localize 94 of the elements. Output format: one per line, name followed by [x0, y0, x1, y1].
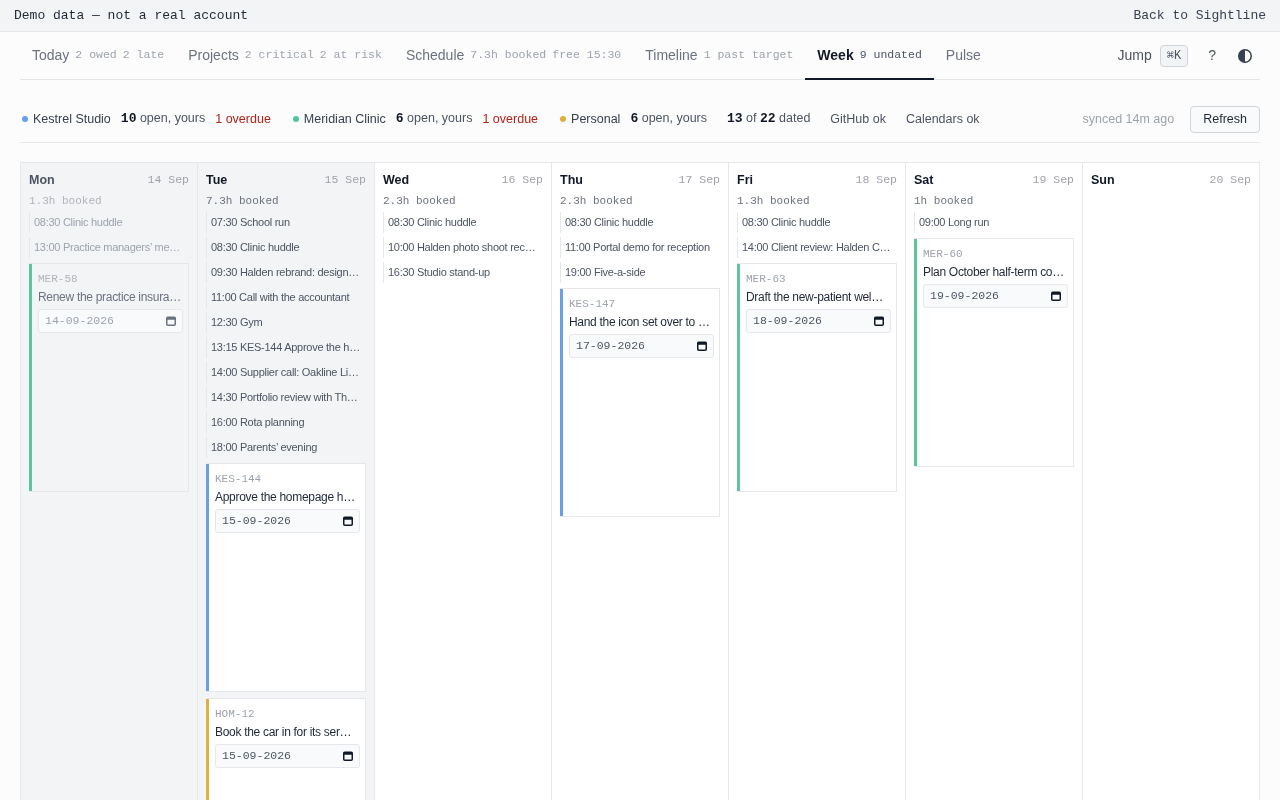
- date-field[interactable]: 15-09-2026: [215, 509, 360, 533]
- task-title: Hand the icon set over to …: [569, 314, 711, 330]
- task-id: HOM-12: [215, 707, 256, 721]
- calendar-icon: [343, 751, 353, 761]
- task-card[interactable]: KES-144 Approve the homepage h… 15-09-2026: [206, 463, 366, 692]
- event-item[interactable]: 08:30 Clinic huddle: [560, 212, 720, 233]
- event-item[interactable]: 09:00 Long run: [914, 212, 1074, 233]
- day-name: Wed: [383, 172, 410, 188]
- tab[interactable]: Week 9 undated: [805, 32, 934, 80]
- task-title: Renew the practice insura…: [38, 289, 182, 305]
- tab[interactable]: Timeline 1 past target: [633, 32, 806, 80]
- event-item[interactable]: 09:30 Halden rebrand: design…: [206, 262, 366, 283]
- day-name: Mon: [29, 172, 55, 188]
- event-item[interactable]: 14:00 Client review: Halden C…: [737, 237, 897, 258]
- event-item[interactable]: 19:00 Five-a-side: [560, 262, 720, 283]
- event-item[interactable]: 08:30 Clinic huddle: [383, 212, 543, 233]
- event-item[interactable]: 08:30 Clinic huddle: [737, 212, 897, 233]
- sync-status: synced 14m ago: [1082, 110, 1175, 128]
- workspace-name: Kestrel Studio: [33, 110, 111, 128]
- day-date: 15 Sep: [324, 172, 366, 188]
- calendar-icon: [1051, 291, 1061, 301]
- booked-hours: 1.3h booked: [29, 194, 103, 209]
- task-title: Approve the homepage h…: [215, 489, 356, 505]
- event-item[interactable]: 16:30 Studio stand-up: [383, 262, 543, 283]
- day-name: Sun: [1091, 172, 1115, 188]
- event-item[interactable]: 14:30 Portfolio review with Th…: [206, 387, 366, 408]
- task-title: Book the car in for its ser…: [215, 724, 353, 740]
- jump-button[interactable]: Jump: [1117, 45, 1152, 66]
- booked-hours: 1.3h booked: [737, 194, 811, 209]
- open-count: 10 open, yours: [120, 110, 206, 129]
- day-date: 14 Sep: [147, 172, 189, 188]
- back-link[interactable]: Back to Sightline: [1133, 5, 1266, 26]
- task-card[interactable]: MER-60 Plan October half-term co… 19-09-2026: [914, 238, 1074, 467]
- calendar-icon: [874, 316, 884, 326]
- day-date: 18 Sep: [855, 172, 897, 188]
- help-button[interactable]: ?: [1204, 45, 1220, 66]
- shortcut-key: ⌘K: [1159, 44, 1189, 67]
- open-count: 6 open, yours: [630, 110, 707, 129]
- demo-notice: Demo data — not a real account: [14, 6, 249, 25]
- day-name: Thu: [560, 172, 583, 188]
- task-id: MER-58: [38, 272, 79, 286]
- booked-hours: 2.3h booked: [560, 194, 634, 209]
- event-item[interactable]: 10:00 Halden photo shoot rec…: [383, 237, 543, 258]
- event-item[interactable]: 12:30 Gym: [206, 312, 366, 333]
- day-date: 20 Sep: [1209, 172, 1251, 188]
- task-id: KES-144: [215, 472, 263, 486]
- tab[interactable]: Today 2 owed 2 late: [20, 32, 177, 80]
- event-item[interactable]: 08:30 Clinic huddle: [206, 237, 366, 258]
- calendar-icon: [343, 516, 353, 526]
- event-item[interactable]: 14:00 Supplier call: Oakline Li…: [206, 362, 366, 383]
- date-field[interactable]: 18-09-2026: [746, 309, 891, 333]
- calendar-icon: [166, 316, 176, 326]
- task-card[interactable]: MER-58 Renew the practice insura… 14-09-2026: [29, 263, 189, 492]
- open-count: 6 open, yours: [395, 110, 473, 129]
- date-field[interactable]: 17-09-2026: [569, 334, 714, 358]
- event-item[interactable]: 11:00 Call with the accountant: [206, 287, 366, 308]
- event-item[interactable]: 13:15 KES-144 Approve the h…: [206, 337, 366, 358]
- workspace-name: Personal: [571, 110, 621, 128]
- task-title: Draft the new-patient wel…: [746, 289, 884, 305]
- date-field[interactable]: 19-09-2026: [923, 284, 1068, 308]
- booked-hours: 7.3h booked: [206, 194, 280, 209]
- dated-count: 13 of 22 dated: [727, 110, 811, 129]
- day-name: Tue: [206, 172, 228, 188]
- day-name: Sat: [914, 172, 934, 188]
- task-id: MER-63: [746, 272, 787, 286]
- task-card[interactable]: HOM-12 Book the car in for its ser… 15-09-2026: [206, 698, 366, 800]
- tab[interactable]: Pulse: [933, 32, 993, 80]
- day-date: 19 Sep: [1032, 172, 1074, 188]
- integration-status: Calendars ok: [905, 110, 980, 128]
- date-field[interactable]: 15-09-2026: [215, 744, 360, 768]
- day-date: 16 Sep: [501, 172, 543, 188]
- day-date: 17 Sep: [678, 172, 720, 188]
- contrast-icon: [1238, 48, 1252, 63]
- tab[interactable]: Schedule 7.3h booked free 15:30: [393, 32, 634, 80]
- event-item[interactable]: 07:30 School run: [206, 212, 366, 233]
- task-card[interactable]: KES-147 Hand the icon set over to … 17-09-2026: [560, 288, 720, 517]
- integration-status: GitHub ok: [830, 110, 886, 128]
- task-card[interactable]: MER-63 Draft the new-patient wel… 18-09-2026: [737, 263, 897, 492]
- event-item[interactable]: 11:00 Portal demo for reception: [560, 237, 720, 258]
- day-name: Fri: [737, 172, 753, 188]
- refresh-button[interactable]: Refresh: [1190, 105, 1260, 133]
- workspace-name: Meridian Clinic: [303, 110, 386, 128]
- calendar-icon: [697, 341, 707, 351]
- tab[interactable]: Projects 2 critical 2 at risk: [176, 32, 394, 80]
- task-title: Plan October half-term co…: [923, 264, 1065, 280]
- event-item[interactable]: 16:00 Rota planning: [206, 412, 366, 433]
- task-id: KES-147: [569, 297, 617, 311]
- theme-button[interactable]: [1238, 48, 1252, 63]
- booked-hours: 2.3h booked: [383, 194, 457, 209]
- task-id: MER-60: [923, 247, 964, 261]
- overdue-count: 1 overdue: [482, 110, 539, 128]
- booked-hours: 1h booked: [914, 194, 975, 209]
- overdue-count: 1 overdue: [215, 110, 271, 128]
- event-item[interactable]: 18:00 Parents’ evening: [206, 437, 366, 458]
